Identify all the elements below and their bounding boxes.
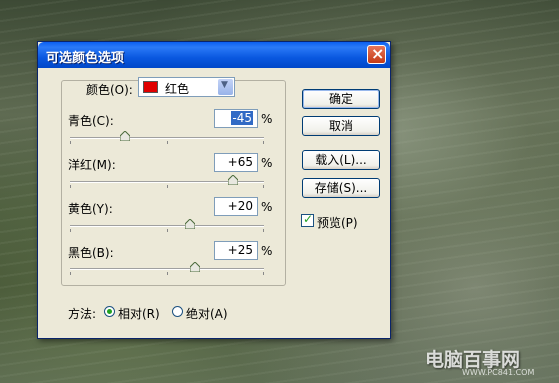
close-button[interactable]: × <box>367 44 386 64</box>
cyan-percent: % <box>261 112 273 126</box>
yellow-label: 黄色(Y): <box>68 202 113 216</box>
yellow-tick-right <box>263 229 264 232</box>
cyan-slider-thumb[interactable] <box>120 131 130 141</box>
magenta-tick-center <box>167 185 168 188</box>
black-tick-left <box>70 272 71 275</box>
yellow-percent: % <box>261 200 273 214</box>
relative-radio[interactable] <box>104 306 115 317</box>
close-icon: × <box>371 44 385 63</box>
save-button[interactable]: 存储(S)... <box>302 178 380 198</box>
chevron-down-icon[interactable]: ▼ <box>218 79 233 95</box>
preview-checkbox[interactable]: ✓ <box>301 212 314 227</box>
selective-color-dialog: 可选颜色选项 × 颜色(O): 红色 ▼ 青色(C): -45 % 洋红(M):… <box>37 41 391 339</box>
magenta-input[interactable]: +65 <box>214 153 258 172</box>
method-label: 方法: <box>68 307 97 321</box>
cyan-tick-center <box>167 141 168 144</box>
yellow-input[interactable]: +20 <box>214 197 258 216</box>
black-tick-center <box>167 272 168 275</box>
black-label: 黑色(B): <box>68 246 114 260</box>
relative-label[interactable]: 相对(R) <box>118 305 160 322</box>
black-input[interactable]: +25 <box>214 241 258 260</box>
cyan-input[interactable]: -45 <box>214 109 258 128</box>
colors-label: 颜色(O): <box>86 83 133 97</box>
colors-dropdown[interactable]: 红色 ▼ <box>138 77 235 97</box>
magenta-slider-thumb[interactable] <box>228 175 238 185</box>
cancel-button[interactable]: 取消 <box>302 116 380 136</box>
absolute-radio[interactable] <box>172 306 183 317</box>
title-bar[interactable]: 可选颜色选项 × <box>38 42 390 68</box>
magenta-label: 洋红(M): <box>68 158 116 172</box>
load-button[interactable]: 载入(L)... <box>302 150 380 170</box>
magenta-tick-left <box>70 185 71 188</box>
magenta-percent: % <box>261 156 273 170</box>
black-slider-thumb[interactable] <box>190 262 200 272</box>
magenta-tick-right <box>263 185 264 188</box>
cyan-tick-left <box>70 141 71 144</box>
checkmark-icon: ✓ <box>303 212 314 226</box>
yellow-tick-left <box>70 229 71 232</box>
yellow-tick-center <box>167 229 168 232</box>
window-title: 可选颜色选项 <box>46 51 125 66</box>
black-tick-right <box>263 272 264 275</box>
cyan-slider-track[interactable] <box>70 137 264 139</box>
red-swatch-icon <box>143 81 158 93</box>
colors-selected-value: 红色 <box>165 82 190 96</box>
black-percent: % <box>261 244 273 258</box>
yellow-slider-thumb[interactable] <box>185 219 195 229</box>
cyan-label: 青色(C): <box>68 114 114 128</box>
absolute-label[interactable]: 绝对(A) <box>186 305 228 322</box>
preview-label[interactable]: 预览(P) <box>317 214 358 231</box>
watermark-url: WWW.PC841.COM <box>462 368 535 377</box>
cyan-tick-right <box>263 141 264 144</box>
ok-button[interactable]: 确定 <box>302 89 380 109</box>
yellow-slider-track[interactable] <box>70 225 264 227</box>
black-slider-track[interactable] <box>70 268 264 270</box>
